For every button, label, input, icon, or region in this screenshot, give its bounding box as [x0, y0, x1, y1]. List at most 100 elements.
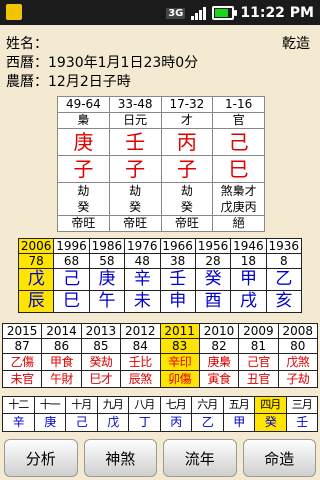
dayun-stem[interactable]: 辛 — [124, 268, 161, 291]
month-label[interactable]: 三月 — [285, 396, 318, 414]
liunian-age[interactable]: 84 — [120, 338, 161, 354]
liunian-branch[interactable]: 寅食 — [198, 370, 240, 388]
liunian-age[interactable]: 81 — [238, 338, 279, 354]
dayun-stem[interactable]: 戊 — [17, 268, 55, 291]
dayun-branch[interactable]: 亥 — [265, 290, 303, 313]
dayun-stem[interactable]: 甲 — [230, 268, 267, 291]
dayun-table[interactable]: 2006 1996 1986 1976 1966 1956 1946 1936 … — [17, 238, 303, 313]
liunian-year[interactable]: 2015 — [1, 323, 43, 339]
dayun-branch[interactable]: 辰 — [17, 290, 55, 313]
month-stem[interactable]: 辛 — [2, 413, 35, 432]
dayun-stem[interactable]: 壬 — [159, 268, 196, 291]
solar-date-value: 1930年1月1日23時0分 — [48, 55, 199, 71]
dayun-age[interactable]: 38 — [159, 253, 196, 269]
dayun-age[interactable]: 18 — [230, 253, 267, 269]
month-label[interactable]: 七月 — [159, 396, 192, 414]
dayun-age[interactable]: 68 — [53, 253, 90, 269]
liunian-branch[interactable]: 巳才 — [80, 370, 122, 388]
liunian-branch[interactable]: 午財 — [41, 370, 82, 388]
pillar-phase: 絕 — [212, 215, 265, 232]
month-stem[interactable]: 庚 — [33, 413, 66, 432]
dayun-year[interactable]: 1956 — [194, 238, 232, 254]
dayun-age[interactable]: 8 — [265, 253, 303, 269]
liunian-stem[interactable]: 己官 — [238, 353, 279, 371]
dayun-stem[interactable]: 乙 — [265, 268, 303, 291]
month-label[interactable]: 六月 — [191, 396, 224, 414]
liunian-stem[interactable]: 癸劫 — [80, 353, 122, 371]
month-label[interactable]: 八月 — [128, 396, 161, 414]
liunian-stem[interactable]: 辛印 — [159, 353, 200, 371]
month-label[interactable]: 五月 — [222, 396, 255, 414]
dayun-age[interactable]: 58 — [88, 253, 126, 269]
dayun-year[interactable]: 1936 — [265, 238, 303, 254]
dayun-branch[interactable]: 戌 — [230, 290, 267, 313]
signal-icon — [191, 6, 207, 20]
liunian-stem[interactable]: 戊煞 — [277, 353, 319, 371]
liunian-year[interactable]: 2008 — [277, 323, 319, 339]
liunian-stem[interactable]: 庚梟 — [198, 353, 240, 371]
month-label[interactable]: 十月 — [65, 396, 98, 414]
dayun-branch[interactable]: 未 — [124, 290, 161, 313]
pillar-star: 梟 — [57, 112, 110, 129]
liunian-stem[interactable]: 甲食 — [41, 353, 82, 371]
mingzao-button[interactable]: 命造 — [242, 439, 316, 477]
liunian-branch[interactable]: 未官 — [1, 370, 43, 388]
liunian-age[interactable]: 85 — [80, 338, 122, 354]
liunian-age[interactable]: 86 — [41, 338, 82, 354]
dayun-stem[interactable]: 庚 — [88, 268, 126, 291]
month-table[interactable]: 十二 十一 十月 九月 八月 七月 六月 五月 四月 三月 辛 庚 己 戊 丁 … — [2, 396, 318, 432]
dayun-age[interactable]: 78 — [17, 253, 55, 269]
liunian-year[interactable]: 2011 — [159, 323, 200, 339]
liunian-year[interactable]: 2009 — [238, 323, 279, 339]
solar-date-label: 西曆： — [6, 55, 48, 71]
dayun-stem[interactable]: 己 — [53, 268, 90, 291]
month-label[interactable]: 四月 — [254, 396, 287, 414]
month-stem[interactable]: 壬 — [285, 413, 318, 432]
month-label[interactable]: 九月 — [96, 396, 129, 414]
status-icons: 3G 11:22 PM — [166, 3, 314, 23]
dayun-year[interactable]: 1966 — [159, 238, 196, 254]
liunian-year[interactable]: 2014 — [41, 323, 82, 339]
month-stem[interactable]: 甲 — [222, 413, 255, 432]
dayun-age[interactable]: 48 — [124, 253, 161, 269]
dayun-branch[interactable]: 酉 — [194, 290, 232, 313]
month-label[interactable]: 十一 — [33, 396, 66, 414]
liunian-age[interactable]: 87 — [1, 338, 43, 354]
dayun-stem[interactable]: 癸 — [194, 268, 232, 291]
liunian-table[interactable]: 2015 2014 2013 2012 2011 2010 2009 2008 … — [1, 323, 319, 388]
month-label[interactable]: 十二 — [2, 396, 35, 414]
liunian-age[interactable]: 83 — [159, 338, 200, 354]
month-stem[interactable]: 丙 — [159, 413, 192, 432]
dayun-branch[interactable]: 申 — [159, 290, 196, 313]
liunian-stem[interactable]: 乙傷 — [1, 353, 43, 371]
dayun-branch[interactable]: 午 — [88, 290, 126, 313]
month-stem[interactable]: 己 — [65, 413, 98, 432]
liunian-year[interactable]: 2010 — [198, 323, 240, 339]
liunian-branch[interactable]: 卯傷 — [159, 370, 200, 388]
analysis-button[interactable]: 分析 — [4, 439, 78, 477]
dayun-year[interactable]: 1996 — [53, 238, 90, 254]
pillar-stem: 壬 — [108, 128, 162, 156]
dayun-age[interactable]: 28 — [194, 253, 232, 269]
liunian-year[interactable]: 2013 — [80, 323, 122, 339]
liunian-year[interactable]: 2012 — [120, 323, 161, 339]
liunian-age[interactable]: 82 — [198, 338, 240, 354]
month-stem[interactable]: 丁 — [128, 413, 161, 432]
dayun-branch[interactable]: 巳 — [53, 290, 90, 313]
shensha-button[interactable]: 神煞 — [83, 439, 157, 477]
liunian-stem[interactable]: 壬比 — [120, 353, 161, 371]
liunian-branch[interactable]: 丑官 — [238, 370, 279, 388]
dayun-year[interactable]: 2006 — [17, 238, 55, 254]
dayun-year[interactable]: 1986 — [88, 238, 126, 254]
liunian-age[interactable]: 80 — [277, 338, 319, 354]
liunian-branch[interactable]: 子劫 — [277, 370, 319, 388]
liunian-branch[interactable]: 辰煞 — [120, 370, 161, 388]
four-pillars-table: 49-64 33-48 17-32 1-16 梟 日元 才 官 庚 壬 丙 己 … — [57, 96, 265, 232]
dayun-year[interactable]: 1946 — [230, 238, 267, 254]
month-stem[interactable]: 癸 — [254, 413, 287, 432]
month-stem[interactable]: 乙 — [191, 413, 224, 432]
month-stem[interactable]: 戊 — [96, 413, 129, 432]
pillar-age: 17-32 — [160, 96, 214, 113]
liunian-button[interactable]: 流年 — [163, 439, 237, 477]
dayun-year[interactable]: 1976 — [124, 238, 161, 254]
